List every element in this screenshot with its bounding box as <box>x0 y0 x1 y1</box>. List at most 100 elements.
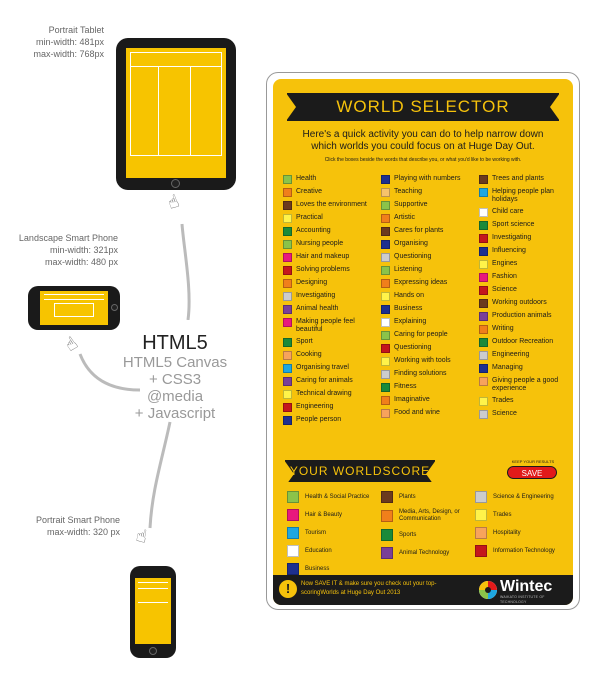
selector-checkbox[interactable] <box>283 416 292 425</box>
selector-item[interactable]: Designing <box>283 279 381 288</box>
selector-checkbox[interactable] <box>479 410 488 419</box>
selector-item[interactable]: Supportive <box>381 201 479 210</box>
selector-checkbox[interactable] <box>479 299 488 308</box>
selector-checkbox[interactable] <box>479 397 488 406</box>
selector-checkbox[interactable] <box>479 377 488 386</box>
selector-checkbox[interactable] <box>283 338 292 347</box>
selector-checkbox[interactable] <box>283 318 292 327</box>
selector-checkbox[interactable] <box>381 396 390 405</box>
selector-item[interactable]: Science <box>479 286 573 295</box>
selector-item[interactable]: Questioning <box>381 344 479 353</box>
selector-checkbox[interactable] <box>381 240 390 249</box>
selector-item[interactable]: Imaginative <box>381 396 479 405</box>
selector-item[interactable]: Solving problems <box>283 266 381 275</box>
selector-checkbox[interactable] <box>479 338 488 347</box>
selector-item[interactable]: Loves the environment <box>283 201 381 210</box>
selector-item[interactable]: Managing <box>479 364 573 373</box>
selector-checkbox[interactable] <box>283 201 292 210</box>
selector-checkbox[interactable] <box>479 188 488 197</box>
selector-item[interactable]: Trades <box>479 397 573 406</box>
selector-checkbox[interactable] <box>283 364 292 373</box>
selector-checkbox[interactable] <box>479 234 488 243</box>
selector-item[interactable]: Engineering <box>283 403 381 412</box>
selector-item[interactable]: People person <box>283 416 381 425</box>
selector-checkbox[interactable] <box>283 377 292 386</box>
selector-item[interactable]: Explaining <box>381 318 479 327</box>
selector-checkbox[interactable] <box>381 383 390 392</box>
selector-checkbox[interactable] <box>479 273 488 282</box>
selector-checkbox[interactable] <box>381 279 390 288</box>
selector-item[interactable]: Working outdoors <box>479 299 573 308</box>
selector-checkbox[interactable] <box>479 325 488 334</box>
selector-item[interactable]: Creative <box>283 188 381 197</box>
selector-checkbox[interactable] <box>479 286 488 295</box>
selector-item[interactable]: Questioning <box>381 253 479 262</box>
selector-item[interactable]: Accounting <box>283 227 381 236</box>
selector-item[interactable]: Hands on <box>381 292 479 301</box>
selector-item[interactable]: Writing <box>479 325 573 334</box>
selector-item[interactable]: Sport science <box>479 221 573 230</box>
selector-item[interactable]: Making people feel beautiful <box>283 318 381 334</box>
selector-checkbox[interactable] <box>479 312 488 321</box>
selector-checkbox[interactable] <box>283 188 292 197</box>
selector-item[interactable]: Nursing people <box>283 240 381 249</box>
selector-checkbox[interactable] <box>479 175 488 184</box>
selector-item[interactable]: Cooking <box>283 351 381 360</box>
selector-item[interactable]: Giving people a good experience <box>479 377 573 393</box>
selector-item[interactable]: Listening <box>381 266 479 275</box>
selector-item[interactable]: Production animals <box>479 312 573 321</box>
selector-checkbox[interactable] <box>381 266 390 275</box>
selector-item[interactable]: Sport <box>283 338 381 347</box>
selector-item[interactable]: Playing with numbers <box>381 175 479 184</box>
selector-checkbox[interactable] <box>283 305 292 314</box>
selector-item[interactable]: Caring for animals <box>283 377 381 386</box>
selector-checkbox[interactable] <box>283 266 292 275</box>
selector-item[interactable]: Fashion <box>479 273 573 282</box>
selector-item[interactable]: Investigating <box>283 292 381 301</box>
selector-item[interactable]: Influencing <box>479 247 573 256</box>
selector-item[interactable]: Technical drawing <box>283 390 381 399</box>
selector-item[interactable]: Engineering <box>479 351 573 360</box>
selector-item[interactable]: Caring for people <box>381 331 479 340</box>
selector-item[interactable]: Working with tools <box>381 357 479 366</box>
selector-checkbox[interactable] <box>381 188 390 197</box>
selector-item[interactable]: Food and wine <box>381 409 479 418</box>
selector-item[interactable]: Organising <box>381 240 479 249</box>
selector-item[interactable]: Fitness <box>381 383 479 392</box>
selector-checkbox[interactable] <box>283 175 292 184</box>
selector-checkbox[interactable] <box>283 403 292 412</box>
selector-item[interactable]: Outdoor Recreation <box>479 338 573 347</box>
selector-item[interactable]: Animal health <box>283 305 381 314</box>
selector-checkbox[interactable] <box>381 357 390 366</box>
selector-item[interactable]: Business <box>381 305 479 314</box>
selector-item[interactable]: Artistic <box>381 214 479 223</box>
selector-item[interactable]: Helping people plan holidays <box>479 188 573 204</box>
selector-item[interactable]: Investigating <box>479 234 573 243</box>
selector-item[interactable]: Trees and plants <box>479 175 573 184</box>
selector-checkbox[interactable] <box>479 260 488 269</box>
selector-checkbox[interactable] <box>479 221 488 230</box>
selector-checkbox[interactable] <box>479 364 488 373</box>
selector-checkbox[interactable] <box>283 253 292 262</box>
selector-checkbox[interactable] <box>381 253 390 262</box>
selector-checkbox[interactable] <box>381 344 390 353</box>
selector-item[interactable]: Health <box>283 175 381 184</box>
selector-checkbox[interactable] <box>283 292 292 301</box>
selector-item[interactable]: Child care <box>479 208 573 217</box>
selector-checkbox[interactable] <box>381 201 390 210</box>
save-button[interactable]: SAVE <box>507 466 557 479</box>
selector-checkbox[interactable] <box>283 214 292 223</box>
selector-item[interactable]: Finding solutions <box>381 370 479 379</box>
selector-item[interactable]: Expressing ideas <box>381 279 479 288</box>
selector-checkbox[interactable] <box>283 227 292 236</box>
selector-checkbox[interactable] <box>381 331 390 340</box>
selector-checkbox[interactable] <box>381 318 390 327</box>
selector-item[interactable]: Hair and makeup <box>283 253 381 262</box>
selector-checkbox[interactable] <box>381 370 390 379</box>
selector-checkbox[interactable] <box>381 409 390 418</box>
selector-checkbox[interactable] <box>381 175 390 184</box>
selector-checkbox[interactable] <box>381 227 390 236</box>
selector-item[interactable]: Engines <box>479 260 573 269</box>
selector-item[interactable]: Teaching <box>381 188 479 197</box>
selector-item[interactable]: Organising travel <box>283 364 381 373</box>
